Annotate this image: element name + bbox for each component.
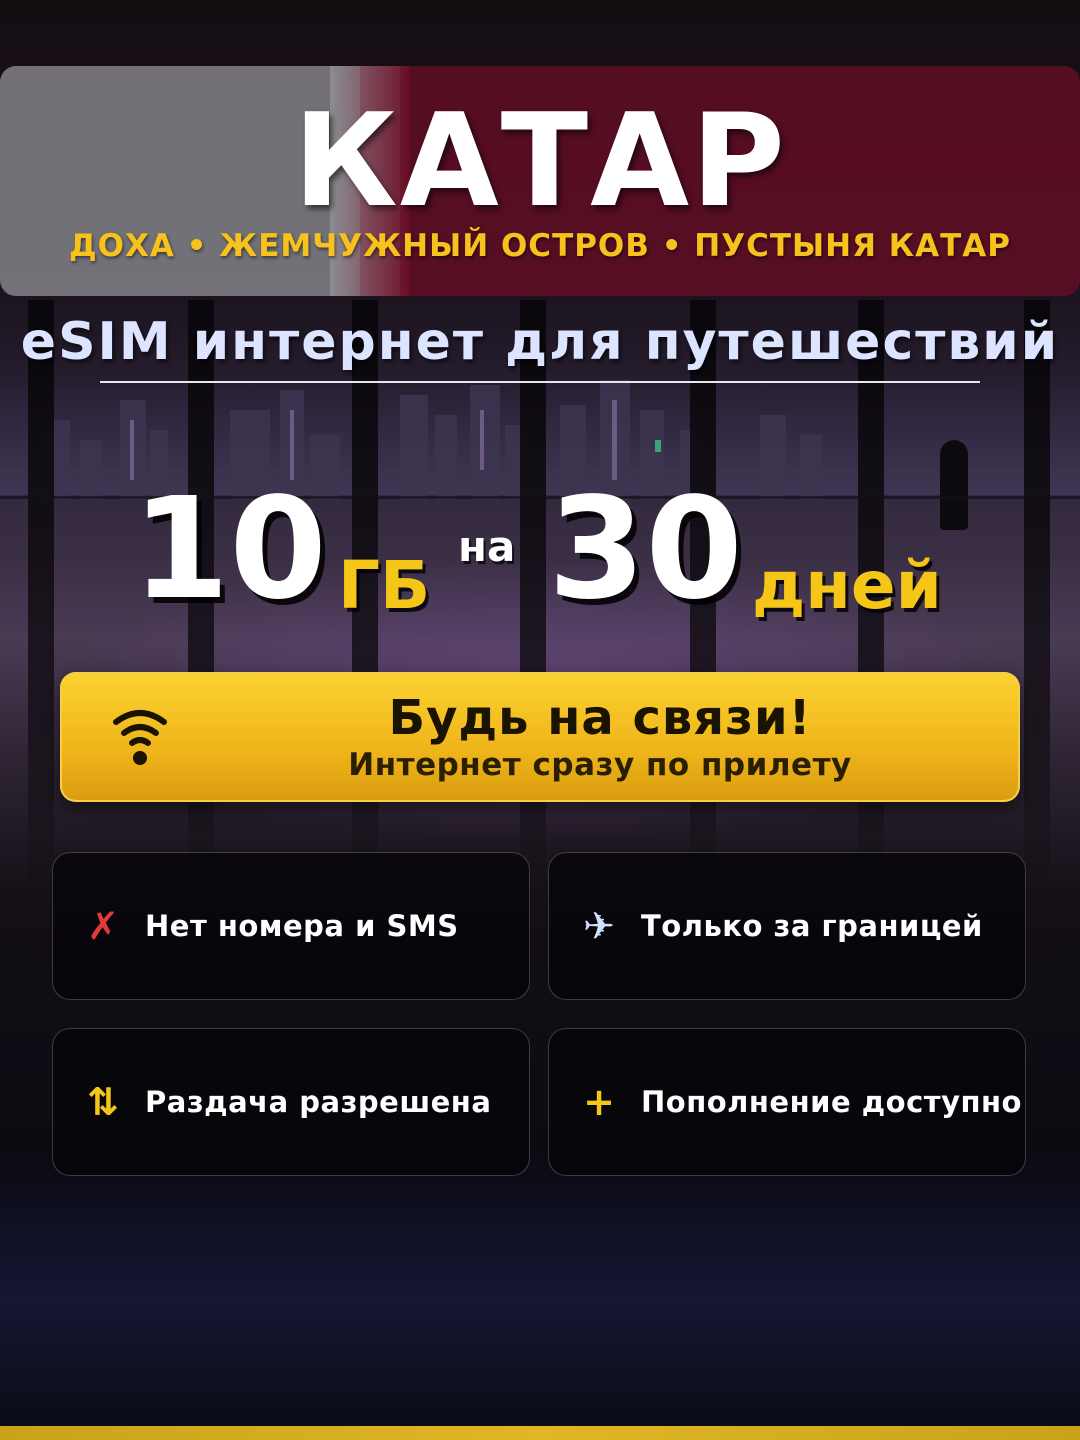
plus-icon: + bbox=[583, 1080, 615, 1124]
plan-connector: на bbox=[458, 522, 516, 571]
cta-title: Будь на связи! bbox=[388, 690, 812, 746]
updown-arrows-icon: ⇅ bbox=[87, 1080, 119, 1124]
bottom-accent-bar bbox=[0, 1426, 1080, 1440]
airplane-icon: ✈ bbox=[583, 904, 615, 948]
stay-connected-banner: Будь на связи! Интернет сразу по прилету bbox=[60, 672, 1020, 802]
tagline: eSIM интернет для путешествий bbox=[20, 312, 1060, 372]
pillar bbox=[1024, 300, 1050, 1020]
cross-icon: ✗ bbox=[87, 904, 119, 948]
feature-label: Только за границей bbox=[641, 909, 983, 943]
pillar bbox=[28, 300, 54, 1020]
feature-label: Раздача разрешена bbox=[145, 1085, 492, 1119]
page-title: КАТАР bbox=[293, 87, 787, 236]
destinations-subtitle: ДОХА • ЖЕМЧУЖНЫЙ ОСТРОВ • ПУСТЫНЯ КАТАР bbox=[69, 228, 1011, 264]
feature-label: Пополнение доступно bbox=[641, 1085, 1022, 1119]
divider bbox=[100, 381, 980, 383]
cta-subtitle: Интернет сразу по прилету bbox=[348, 747, 852, 783]
feature-card-top-up: + Пополнение доступно bbox=[548, 1028, 1026, 1176]
feature-label: Нет номера и SMS bbox=[145, 909, 459, 943]
feature-card-abroad-only: ✈ Только за границей bbox=[548, 852, 1026, 1000]
data-amount: 10 bbox=[132, 468, 327, 631]
person-silhouette bbox=[940, 440, 968, 530]
feature-card-no-number: ✗ Нет номера и SMS bbox=[52, 852, 530, 1000]
feature-card-tethering: ⇅ Раздача разрешена bbox=[52, 1028, 530, 1176]
duration-amount: 30 bbox=[548, 468, 743, 631]
data-unit: ГБ bbox=[338, 547, 431, 624]
duration-unit: дней bbox=[752, 547, 942, 624]
